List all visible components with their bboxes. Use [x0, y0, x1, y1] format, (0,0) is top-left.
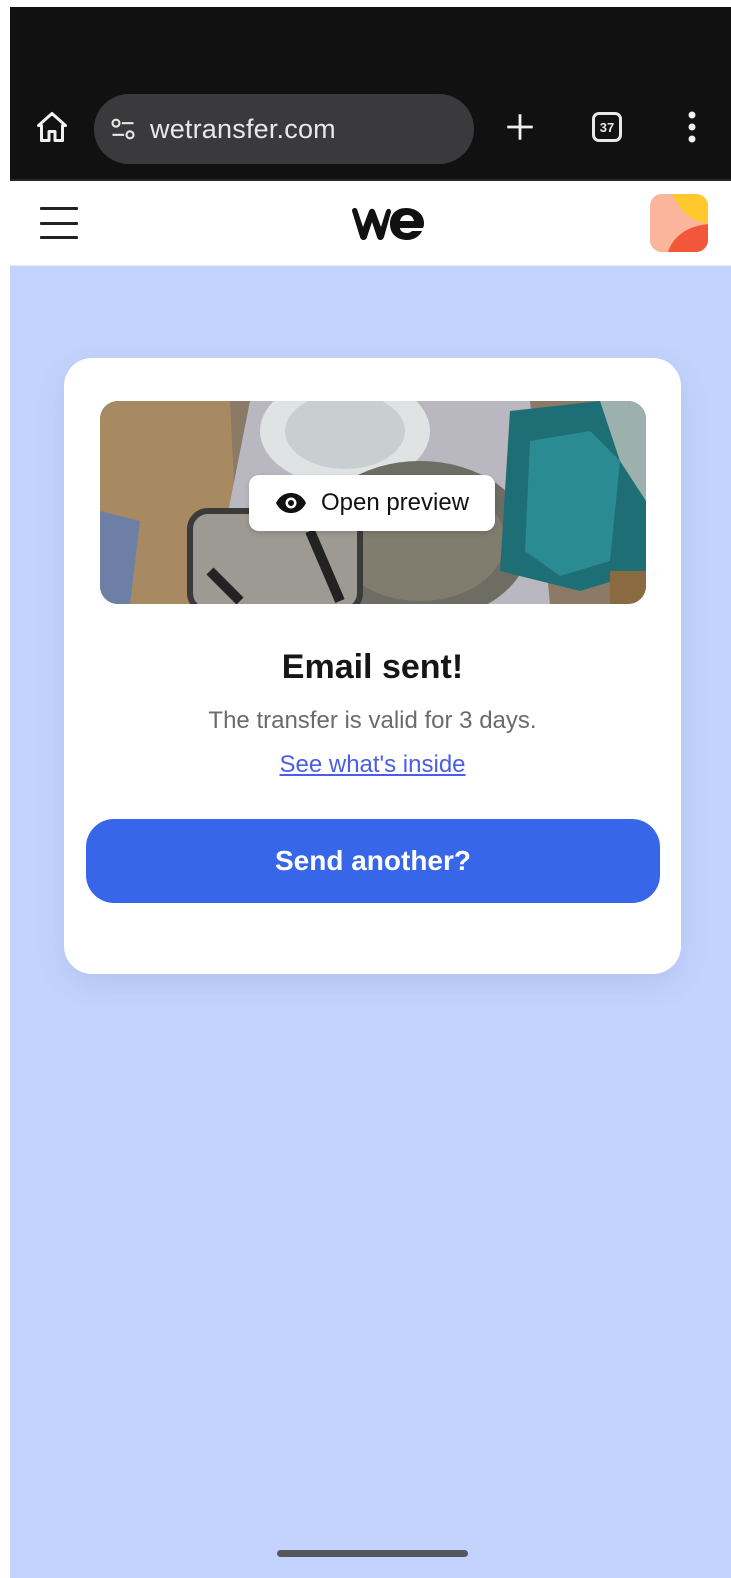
- hamburger-menu-icon[interactable]: [40, 207, 78, 239]
- status-bar: [10, 7, 731, 77]
- more-vert-icon: [688, 111, 696, 143]
- tab-switcher-button[interactable]: 37: [592, 112, 622, 142]
- home-button[interactable]: [32, 105, 72, 149]
- more-menu-button[interactable]: [680, 105, 704, 149]
- address-bar[interactable]: wetransfer.com: [94, 94, 474, 164]
- wetransfer-logo[interactable]: [350, 205, 424, 243]
- left-edge: [0, 0, 10, 1578]
- page-title: Email sent!: [281, 648, 464, 686]
- see-inside-link-wrap: See what's inside: [64, 751, 681, 779]
- eye-icon: [275, 493, 306, 513]
- open-preview-label: Open preview: [320, 489, 470, 516]
- see-whats-inside-link[interactable]: See what's inside: [279, 751, 465, 778]
- url-text[interactable]: wetransfer.com: [150, 114, 336, 145]
- send-another-button[interactable]: Send another?: [86, 819, 660, 903]
- app-badge-icon[interactable]: [650, 194, 708, 252]
- validity-text: The transfer is valid for 3 days.: [208, 707, 537, 734]
- browser-toolbar: wetransfer.com 37: [10, 77, 731, 181]
- site-header: [10, 181, 731, 266]
- plus-icon: [507, 114, 533, 140]
- transfer-sent-card: Open preview Email sent! The transfer is…: [64, 358, 681, 974]
- home-icon: [37, 112, 67, 142]
- screen: wetransfer.com 37 Open preview Email sen…: [0, 0, 731, 1578]
- transfer-preview-thumbnail[interactable]: Open preview: [100, 401, 646, 604]
- top-edge: [0, 0, 731, 7]
- home-indicator[interactable]: [277, 1550, 468, 1557]
- open-preview-button[interactable]: Open preview: [249, 475, 495, 531]
- tune-icon[interactable]: [108, 114, 138, 144]
- new-tab-button[interactable]: [500, 107, 540, 147]
